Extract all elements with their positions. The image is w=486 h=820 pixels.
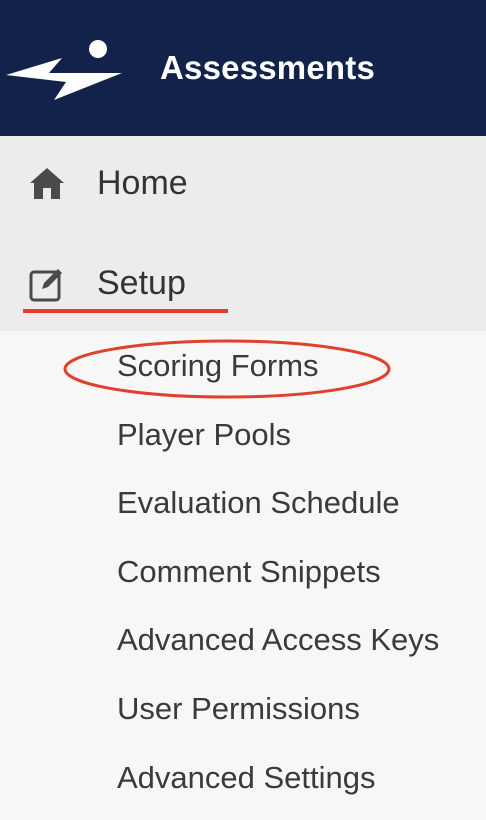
setup-underline-annotation [23,309,228,313]
submenu-item-player-pools[interactable]: Player Pools [117,415,291,455]
app-title: Assessments [160,49,375,86]
home-icon [30,168,64,199]
submenu-item-advanced-access-keys[interactable]: Advanced Access Keys [117,620,439,660]
nav-item-setup[interactable]: Setup [0,238,486,525]
nav-item-home[interactable]: Home [0,138,486,228]
nav-item-setup-label: Setup [97,264,186,302]
app-logo-icon[interactable] [4,38,126,102]
submenu-item-user-permissions[interactable]: User Permissions [117,689,360,729]
submenu-item-scoring-forms[interactable]: Scoring Forms [117,346,319,386]
submenu-item-advanced-settings[interactable]: Advanced Settings [117,758,376,798]
submenu-item-comment-snippets[interactable]: Comment Snippets [117,552,381,592]
edit-square-icon [29,269,62,302]
app-header: Assessments [0,0,486,136]
nav-item-home-label: Home [97,164,188,202]
submenu-item-evaluation-schedule[interactable]: Evaluation Schedule [117,483,400,523]
